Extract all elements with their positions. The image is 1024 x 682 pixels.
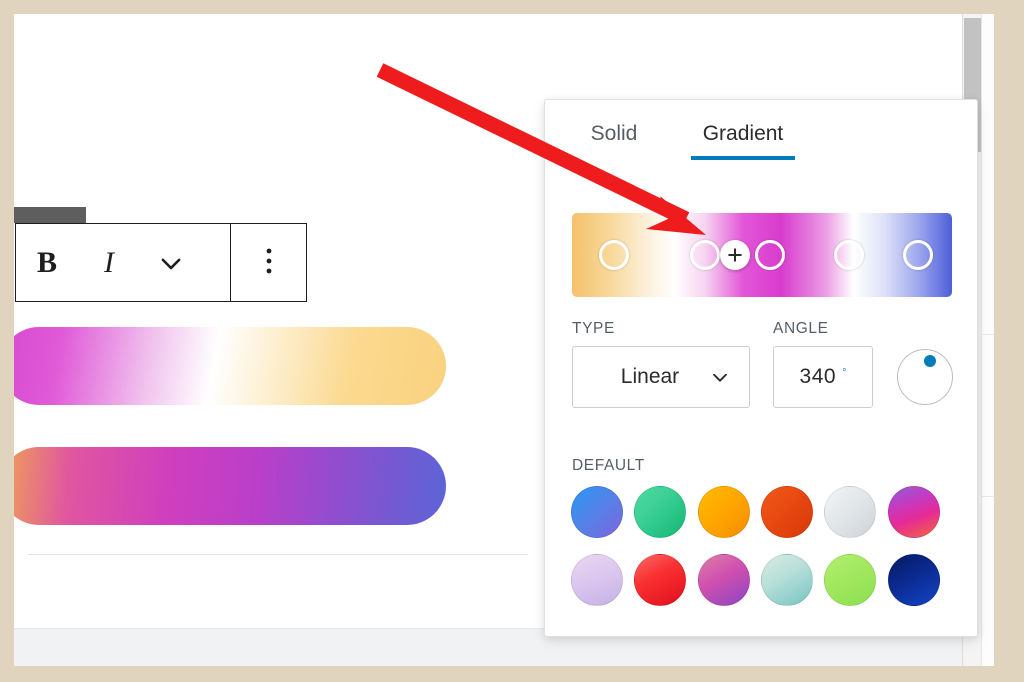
block-toolbar: B I — [15, 223, 307, 302]
swatch-cell — [887, 554, 951, 606]
swatch-cell — [634, 486, 697, 538]
color-stop-handle-4[interactable] — [834, 240, 865, 270]
plus-icon — [727, 247, 743, 263]
gradient-swatch-blush-light-purple[interactable] — [571, 554, 623, 606]
default-gradients-label: Default — [572, 457, 645, 474]
angle-label: Angle — [773, 320, 829, 337]
gradient-swatch-luminous-vivid-amber-to-luminous-vivid-orange[interactable] — [697, 486, 750, 538]
gradient-swatch-luminous-dusk[interactable] — [697, 554, 750, 606]
italic-button[interactable]: I — [78, 224, 140, 301]
swatch-cell — [571, 486, 634, 538]
chevron-down-icon — [709, 366, 749, 388]
swatch-cell — [760, 486, 824, 538]
three-dots-vertical-icon — [257, 244, 281, 281]
chevron-down-icon — [156, 248, 186, 278]
canvas-divider — [28, 554, 528, 555]
block-toolbar-format-group: B I — [16, 224, 230, 301]
color-stop-handle-3[interactable] — [754, 240, 785, 270]
tab-underline — [691, 156, 795, 160]
gradient-type-select[interactable]: Linear — [572, 346, 750, 408]
swatch-cell — [824, 486, 887, 538]
degree-unit-label: ° — [842, 367, 847, 379]
color-stop-handle-1[interactable] — [598, 240, 629, 270]
gradient-swatch-vivid-cyan-blue-to-vivid-purple[interactable] — [571, 486, 623, 538]
insert-color-stop-button[interactable] — [720, 240, 751, 270]
color-stop-handle-5[interactable] — [902, 240, 933, 270]
color-type-tablist: Solid Gradient — [545, 100, 977, 168]
gradient-swatch-blush-bordeaux[interactable] — [634, 554, 687, 606]
block-options-button[interactable] — [234, 224, 304, 301]
gradient-type-value: Linear — [620, 365, 680, 388]
gradient-swatch-light-green-cyan-to-vivid-green-cyan[interactable] — [634, 486, 687, 538]
tab-solid-label: Solid — [590, 122, 638, 145]
swatch-cell — [571, 554, 634, 606]
more-rich-text-controls-button[interactable] — [140, 224, 202, 301]
gradient-angle-dial[interactable] — [897, 349, 953, 405]
gradient-color-popover: Solid Gradient TYPE ANGLE Linear 340 ° D… — [544, 99, 978, 637]
tab-gradient[interactable]: Gradient — [673, 100, 813, 168]
type-label: Type — [572, 320, 615, 337]
gradient-angle-input[interactable]: 340 ° — [773, 346, 873, 408]
sidebar-divider — [981, 334, 994, 335]
sidebar-divider — [981, 496, 994, 497]
swatch-cell — [887, 486, 951, 538]
tab-solid[interactable]: Solid — [555, 100, 673, 168]
default-gradient-swatch-grid — [571, 486, 951, 606]
gradient-angle-value: 340 — [799, 365, 837, 388]
color-stop-handle-2[interactable] — [690, 240, 720, 270]
gradient-preview-bar-2[interactable] — [14, 447, 446, 525]
gradient-stop-editor[interactable] — [572, 213, 952, 297]
swatch-cell — [824, 554, 887, 606]
settings-sidebar-panel — [981, 14, 994, 666]
swatch-cell — [760, 554, 824, 606]
browser-content-area: B I Solid Gradient TYPE ANGLE Linear 340… — [14, 14, 994, 666]
gradient-swatch-luminous-vivid-orange-to-vivid-red[interactable] — [760, 486, 813, 538]
block-type-tab[interactable] — [14, 207, 86, 223]
gradient-swatch-electric-grass[interactable] — [824, 554, 877, 606]
screenshot-root: B I Solid Gradient TYPE ANGLE Linear 340… — [0, 0, 1024, 682]
gradient-swatch-midnight[interactable] — [887, 554, 940, 606]
swatch-cell — [634, 554, 697, 606]
gradient-preview-bar-1[interactable] — [14, 327, 446, 405]
gradient-swatch-pale-ocean[interactable] — [760, 554, 813, 606]
bold-button[interactable]: B — [16, 224, 78, 301]
block-toolbar-options-group — [230, 224, 306, 301]
angle-dial-handle[interactable] — [924, 354, 937, 367]
gradient-swatch-very-light-gray-to-cyan-bluish-gray[interactable] — [824, 486, 877, 538]
tab-gradient-label: Gradient — [702, 122, 784, 145]
swatch-cell — [697, 486, 761, 538]
gradient-swatch-cool-to-warm-spectrum[interactable] — [887, 486, 940, 538]
swatch-cell — [697, 554, 761, 606]
